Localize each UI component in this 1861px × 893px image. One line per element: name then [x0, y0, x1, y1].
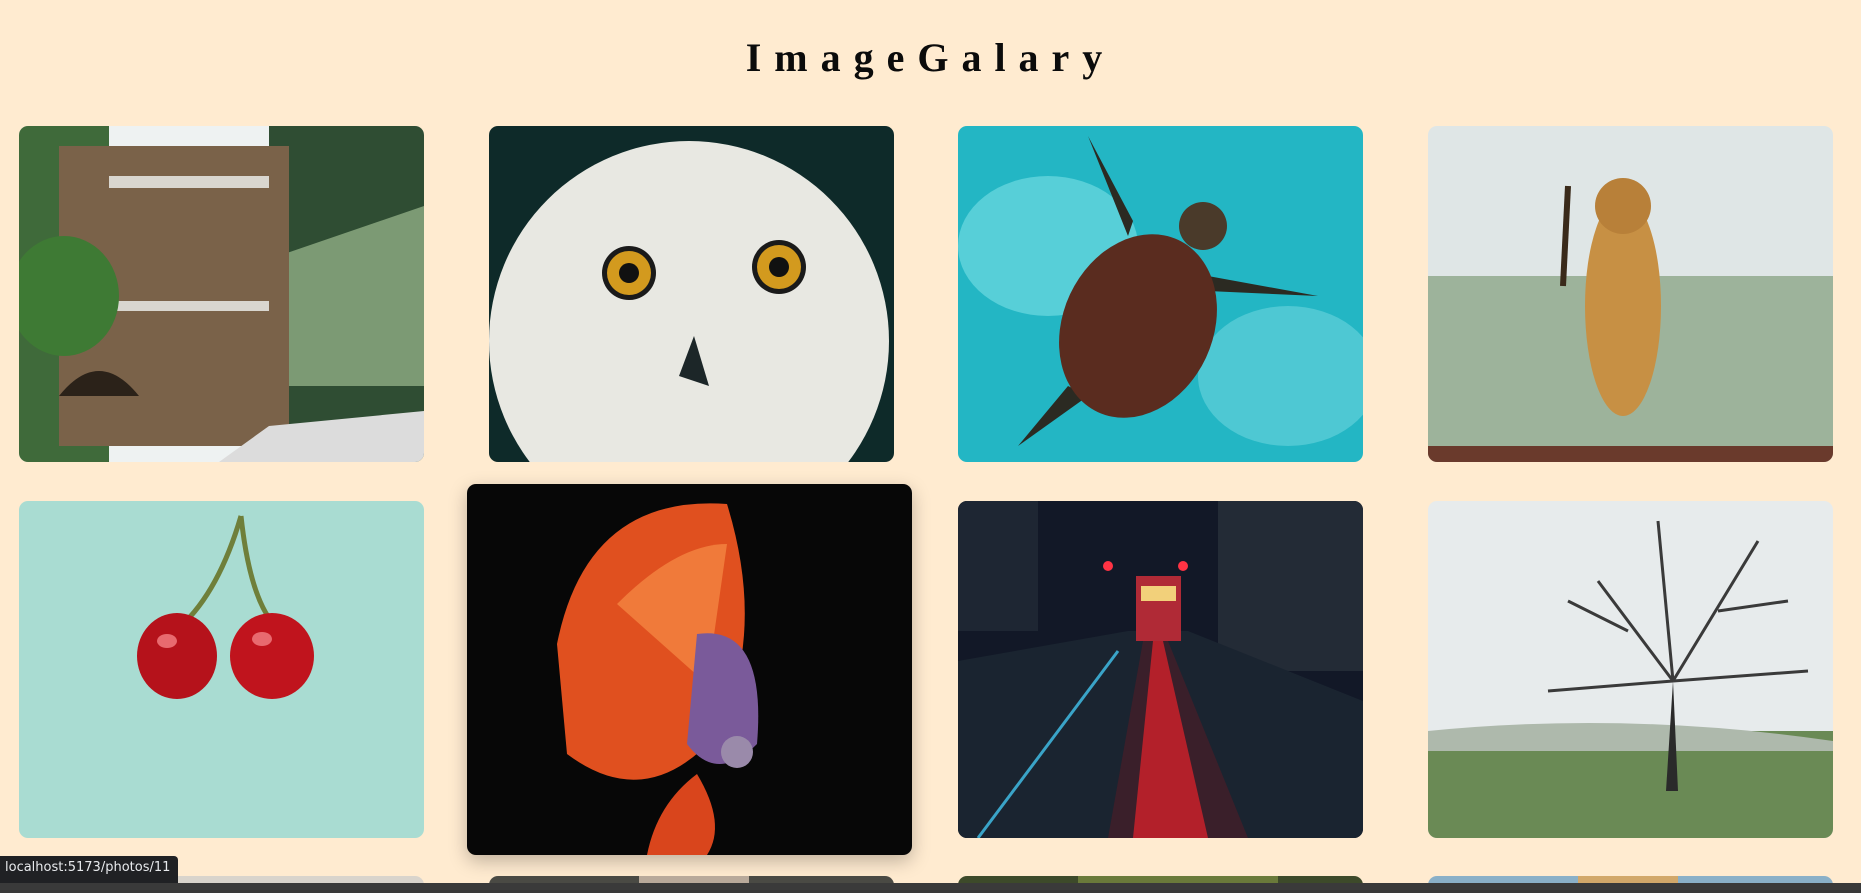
- owl-image: [489, 126, 894, 462]
- lioness-image: [1428, 126, 1833, 462]
- castle-image: [19, 126, 424, 462]
- foggy-tree-image: [1428, 501, 1833, 838]
- photo-card-lioness[interactable]: [1428, 126, 1833, 462]
- photo-card-turtle[interactable]: [958, 126, 1363, 462]
- photo-card-city-tram[interactable]: [958, 501, 1363, 838]
- cherries-image: [19, 501, 424, 838]
- photo-card-castle[interactable]: [19, 126, 424, 462]
- photo-card-betta-fish[interactable]: [467, 484, 912, 855]
- city-tram-image: [958, 501, 1363, 838]
- window-bottom-edge: [0, 883, 1861, 893]
- page-title: ImageGalary: [745, 35, 1116, 80]
- photo-card-cherries[interactable]: [19, 501, 424, 838]
- betta-fish-image: [467, 484, 912, 855]
- link-status-bar: localhost:5173/photos/11: [0, 856, 179, 883]
- photo-card-owl[interactable]: [489, 126, 894, 462]
- turtle-image: [958, 126, 1363, 462]
- photo-card-foggy-tree[interactable]: [1428, 501, 1833, 838]
